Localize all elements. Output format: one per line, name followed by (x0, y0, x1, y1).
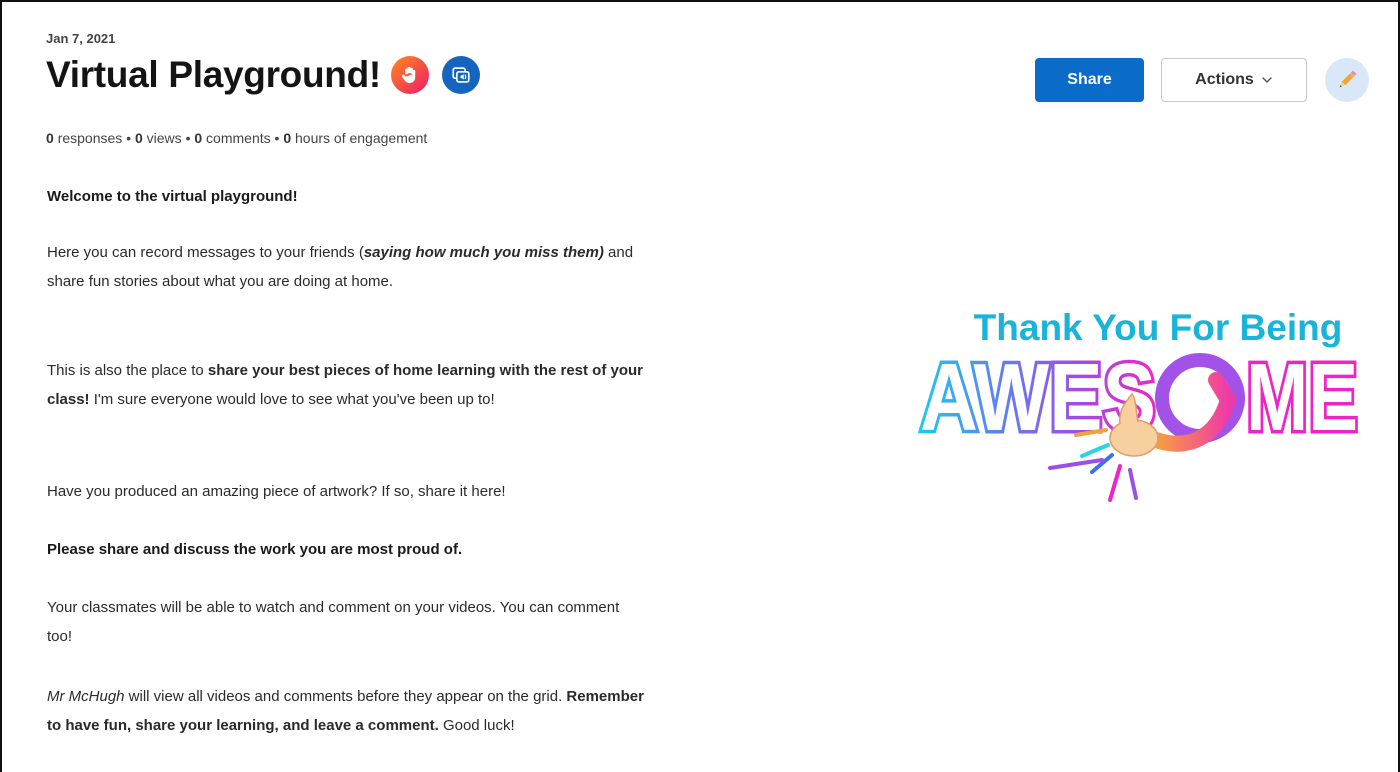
teacher-text: will view all videos and comments before… (124, 688, 567, 705)
hours-label: hours of engagement (295, 130, 428, 146)
engagement-stats: 0 responses • 0 views • 0 comments • 0 h… (46, 130, 427, 146)
chevron-down-icon (1262, 77, 1272, 83)
closed-captions-icon[interactable] (441, 56, 480, 94)
learning-paragraph: This is also the place to share your bes… (47, 356, 647, 414)
proud-paragraph: Please share and discuss the work you ar… (47, 541, 463, 558)
cover-title-line1: Thank You For Being (974, 307, 1343, 348)
actions-label: Actions (1195, 71, 1254, 88)
artwork-paragraph: Have you produced an amazing piece of ar… (47, 483, 506, 500)
hours-count: 0 (283, 130, 292, 146)
teacher-name: Mr McHugh (47, 688, 125, 705)
learning-text-end: I'm sure everyone would love to see what… (89, 391, 495, 408)
title-row: Virtual Playground! (46, 54, 480, 96)
cover-title-me: ME (1246, 344, 1358, 451)
classmates-paragraph: Your classmates will be able to watch an… (47, 599, 620, 645)
edit-button[interactable] (1325, 58, 1369, 102)
views-count: 0 (134, 130, 143, 146)
share-button[interactable]: Share (1035, 58, 1144, 102)
comments-count: 0 (194, 130, 203, 146)
teacher-paragraph: Mr McHugh will view all videos and comme… (47, 682, 647, 740)
teacher-text-end: Good luck! (438, 717, 515, 734)
post-date: Jan 7, 2021 (46, 31, 116, 46)
intro-emphasis: saying how much you miss them) (363, 244, 604, 261)
responses-count: 0 (46, 130, 54, 146)
learning-text-start: This is also the place to (47, 362, 208, 379)
responses-label: responses (57, 130, 123, 146)
actions-button[interactable]: Actions (1161, 58, 1307, 102)
intro-paragraph: Here you can record messages to your fri… (47, 238, 647, 296)
stats-separator: • (185, 130, 191, 146)
stats-separator: • (274, 130, 280, 146)
comments-label: comments (206, 130, 271, 146)
welcome-paragraph: Welcome to the virtual playground! (47, 188, 298, 205)
pencil-icon (1339, 70, 1357, 88)
stats-separator: • (126, 130, 132, 146)
hand-raise-icon[interactable] (390, 56, 429, 94)
page-title: Virtual Playground! (46, 54, 381, 95)
views-label: views (146, 130, 182, 146)
cover-image: Thank You For Being AWES ME (917, 307, 1362, 502)
intro-text-start: Here you can record messages to your fri… (47, 244, 364, 261)
